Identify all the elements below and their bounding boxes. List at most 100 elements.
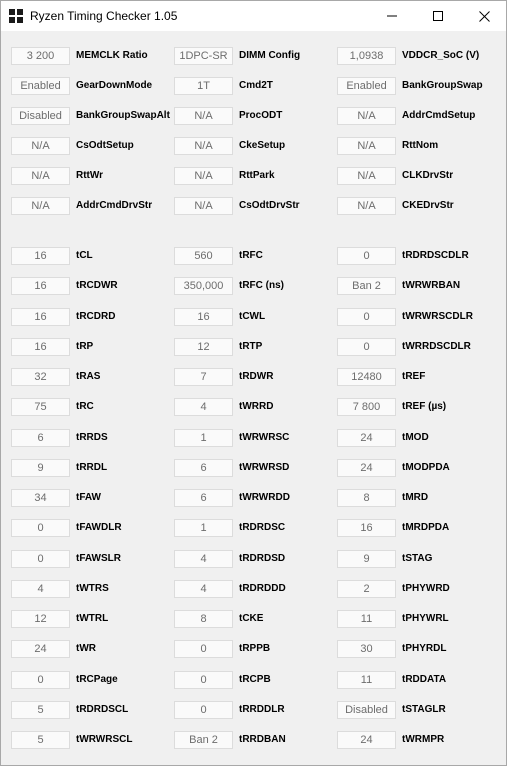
- value-field[interactable]: 0: [11, 549, 70, 568]
- field-label: tRRDS: [76, 431, 108, 443]
- value-field[interactable]: 0: [337, 247, 396, 265]
- value-field[interactable]: 350,000: [174, 277, 233, 296]
- value-field[interactable]: 0: [174, 670, 233, 689]
- app-window: Ryzen Timing Checker 1.05 3 200 MEMCLK Ra…: [0, 0, 507, 766]
- value-field[interactable]: 4: [174, 579, 233, 598]
- value-field[interactable]: 6: [174, 458, 233, 477]
- value-field[interactable]: 2: [337, 579, 396, 598]
- value-field[interactable]: 1: [174, 519, 233, 538]
- value-field[interactable]: 0: [174, 640, 233, 659]
- value-field[interactable]: N/A: [174, 137, 233, 155]
- value-field[interactable]: 0: [337, 337, 396, 356]
- field-label: RttNom: [402, 140, 439, 151]
- value-field[interactable]: 6: [11, 428, 70, 447]
- field-label: tWRMPR: [402, 734, 445, 745]
- value-field[interactable]: 1: [174, 428, 233, 447]
- value-field[interactable]: 11: [337, 610, 396, 628]
- value-field[interactable]: 7: [174, 368, 233, 386]
- field-label: tWTRS: [76, 582, 109, 594]
- field-label: AddrCmdDrvStr: [76, 200, 153, 211]
- field-label: CLKDrvStr: [402, 170, 454, 181]
- value-field[interactable]: N/A: [11, 137, 70, 155]
- value-field[interactable]: 24: [337, 458, 396, 477]
- value-field[interactable]: 16: [11, 277, 70, 296]
- value-field[interactable]: Enabled: [337, 77, 396, 95]
- field-label: MEMCLK Ratio: [76, 50, 148, 61]
- value-field[interactable]: 11: [337, 670, 396, 689]
- value-field[interactable]: 9: [11, 458, 70, 477]
- value-field[interactable]: 560: [174, 247, 233, 265]
- field-label: tSTAGLR: [402, 703, 446, 715]
- value-field[interactable]: N/A: [11, 167, 70, 185]
- value-field[interactable]: N/A: [337, 137, 396, 155]
- field-label: Cmd2T: [239, 80, 273, 91]
- maximize-icon: [433, 11, 443, 21]
- value-field[interactable]: 16: [174, 307, 233, 326]
- value-field[interactable]: 1T: [174, 77, 233, 95]
- value-field[interactable]: 1DPC-SR: [174, 47, 233, 65]
- value-field[interactable]: Ban 2: [174, 731, 233, 749]
- value-field[interactable]: 24: [337, 731, 396, 749]
- value-field[interactable]: 24: [11, 640, 70, 659]
- field-label: tPHYWRL: [402, 613, 449, 624]
- value-field[interactable]: 5: [11, 731, 70, 749]
- field-label: tMRD: [402, 492, 429, 503]
- value-field[interactable]: 32: [11, 368, 70, 386]
- value-field[interactable]: 16: [11, 337, 70, 356]
- value-field[interactable]: 12: [174, 337, 233, 356]
- value-field[interactable]: N/A: [174, 197, 233, 215]
- field-label: tRPPB: [239, 643, 271, 655]
- value-field[interactable]: 6: [174, 489, 233, 507]
- value-field[interactable]: 1,0938: [337, 47, 396, 65]
- value-field[interactable]: 0: [11, 670, 70, 689]
- value-field[interactable]: N/A: [174, 167, 233, 185]
- value-field[interactable]: 16: [11, 247, 70, 265]
- field-label: tRRDBAN: [239, 734, 286, 745]
- field-label: tPHYWRD: [402, 582, 450, 594]
- value-field[interactable]: 9: [337, 549, 396, 568]
- value-field[interactable]: 7 800: [337, 398, 396, 417]
- value-field[interactable]: 12: [11, 610, 70, 628]
- value-field[interactable]: 16: [337, 519, 396, 538]
- field-label: DIMM Config: [239, 50, 301, 61]
- title-bar[interactable]: Ryzen Timing Checker 1.05: [1, 1, 506, 31]
- value-field[interactable]: 24: [337, 428, 396, 447]
- field-label: GearDownMode: [76, 80, 153, 91]
- value-field[interactable]: Disabled: [11, 107, 70, 125]
- value-field[interactable]: Enabled: [11, 77, 70, 95]
- close-button[interactable]: [461, 1, 507, 31]
- value-field[interactable]: 0: [337, 307, 396, 326]
- value-field[interactable]: 8: [337, 489, 396, 507]
- value-field[interactable]: 30: [337, 640, 396, 659]
- value-field[interactable]: 0: [174, 700, 233, 719]
- value-field[interactable]: 8: [174, 610, 233, 628]
- value-field[interactable]: Ban 2: [337, 277, 396, 296]
- value-field[interactable]: 4: [174, 549, 233, 568]
- value-field[interactable]: 16: [11, 307, 70, 326]
- field-label: tPHYRDL: [402, 643, 447, 655]
- value-field[interactable]: 4: [11, 579, 70, 598]
- value-field[interactable]: 12480: [337, 368, 396, 386]
- field-label: tRCDRD: [76, 310, 116, 322]
- value-field[interactable]: N/A: [337, 197, 396, 215]
- value-field[interactable]: N/A: [337, 107, 396, 125]
- value-field[interactable]: 5: [11, 700, 70, 719]
- value-field[interactable]: 0: [11, 519, 70, 538]
- field-label: tWRWRBAN: [402, 280, 461, 292]
- minimize-button[interactable]: [369, 1, 415, 31]
- value-field[interactable]: 75: [11, 398, 70, 417]
- value-field[interactable]: N/A: [11, 197, 70, 215]
- value-field[interactable]: 3 200: [11, 47, 70, 65]
- value-field[interactable]: Disabled: [337, 700, 396, 719]
- field-label: tFAW: [76, 492, 101, 503]
- field-label: ProcODT: [239, 110, 283, 121]
- value-field[interactable]: 4: [174, 398, 233, 417]
- value-field[interactable]: 34: [11, 489, 70, 507]
- value-field[interactable]: N/A: [174, 107, 233, 125]
- field-label: AddrCmdSetup: [402, 110, 476, 121]
- maximize-button[interactable]: [415, 1, 461, 31]
- field-label: VDDCR_SoC (V): [402, 50, 480, 61]
- field-label: tRDRDSC: [239, 522, 286, 534]
- value-field[interactable]: N/A: [337, 167, 396, 185]
- field-label: tCL: [76, 250, 93, 261]
